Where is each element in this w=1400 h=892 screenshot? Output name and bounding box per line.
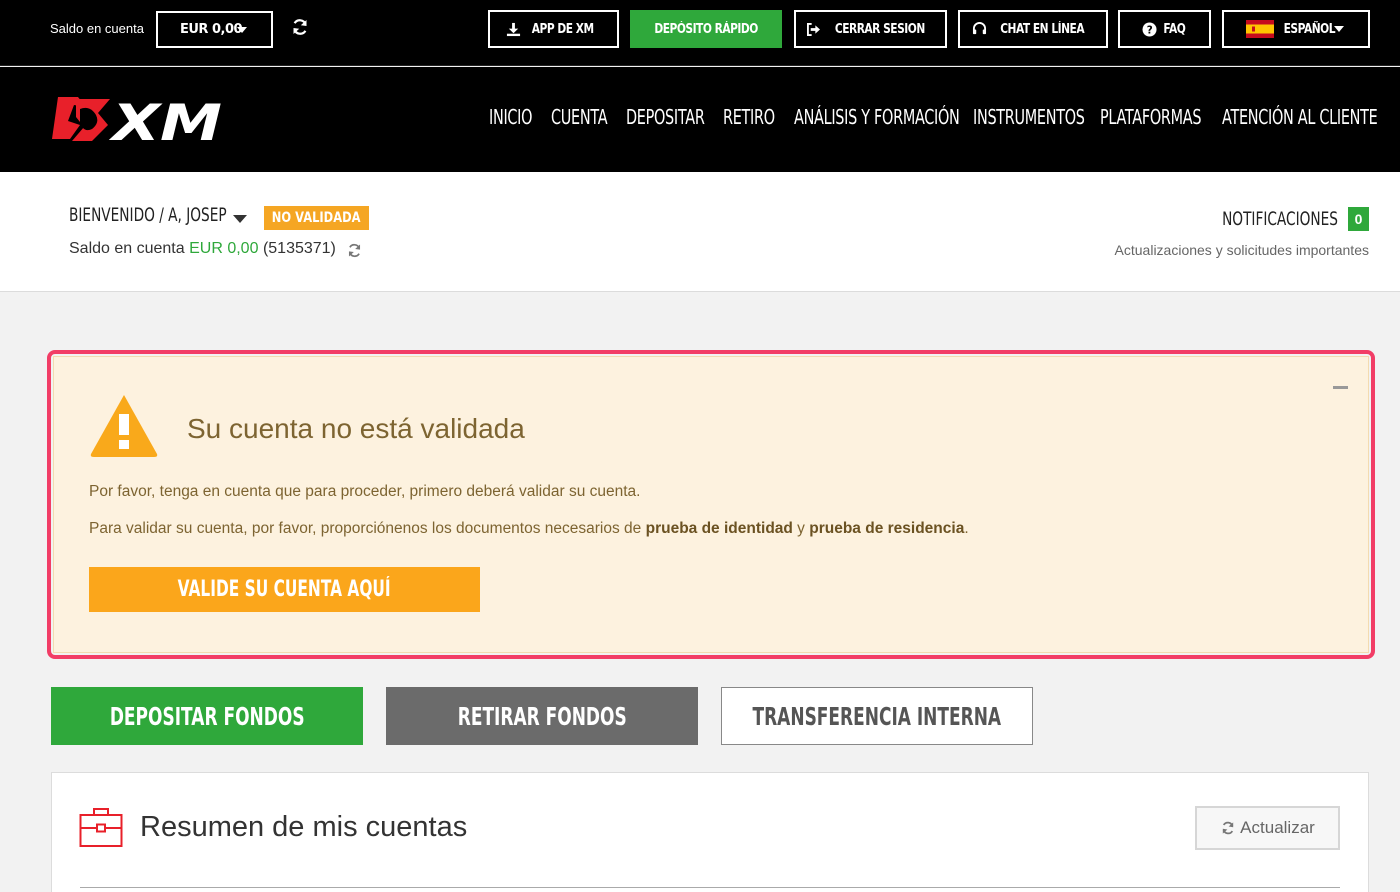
nav-item-analisis[interactable]: ANÁLISIS Y FORMACIÓN: [794, 105, 960, 129]
welcome-strip: BIENVENIDO / A, JOSEP NO VALIDADA Saldo …: [0, 172, 1400, 292]
validate-account-button[interactable]: VALIDE SU CUENTA AQUÍ: [89, 567, 480, 612]
headset-icon: [973, 22, 987, 35]
withdraw-funds-button[interactable]: RETIRAR FONDOS: [386, 687, 698, 745]
logout-label: CERRAR SESION: [835, 21, 925, 37]
briefcase-icon: [79, 808, 123, 847]
notifications-subtitle: Actualizaciones y solicitudes importante…: [1114, 242, 1369, 258]
deposit-funds-button[interactable]: DEPOSITAR FONDOS: [51, 687, 363, 745]
quick-deposit-button[interactable]: DEPÓSITO RÁPIDO: [630, 10, 782, 48]
warning-icon: [90, 395, 158, 457]
svg-text:?: ?: [1146, 24, 1152, 36]
language-select[interactable]: ESPAÑOL: [1222, 10, 1370, 48]
refresh-accounts-label: Actualizar: [1240, 818, 1315, 837]
spain-flag-icon: [1246, 20, 1274, 38]
account-balance: Saldo en cuenta EUR 0,00 (5135371): [69, 240, 336, 258]
identity-proof-link[interactable]: prueba de identidad: [646, 520, 793, 537]
topbar-balance-label: Saldo en cuenta: [50, 21, 144, 36]
language-label: ESPAÑOL: [1283, 21, 1336, 37]
live-chat-button[interactable]: CHAT EN LÍNEA: [958, 10, 1108, 48]
nav-item-retiro[interactable]: RETIRO: [723, 105, 775, 129]
question-icon: ?: [1142, 21, 1157, 37]
nav-item-instrumentos[interactable]: INSTRUMENTOS: [973, 105, 1085, 129]
internal-transfer-button[interactable]: TRANSFERENCIA INTERNA: [721, 687, 1033, 745]
chevron-down-icon[interactable]: [233, 215, 247, 223]
alert-title: Su cuenta no está validada: [187, 413, 525, 444]
nav-item-cuenta[interactable]: CUENTA: [551, 105, 608, 129]
live-chat-label: CHAT EN LÍNEA: [1000, 21, 1085, 37]
svg-text:XM: XM: [108, 95, 222, 145]
notifications-count-badge[interactable]: 0: [1348, 207, 1369, 231]
alert-text-2: Para validar su cuenta, por favor, propo…: [89, 520, 969, 537]
download-icon: [507, 22, 521, 36]
nav-item-inicio[interactable]: INICIO: [489, 105, 532, 129]
status-badge: NO VALIDADA: [264, 206, 369, 230]
residence-proof-link[interactable]: prueba de residencia: [809, 520, 964, 537]
divider: [80, 887, 1340, 888]
logout-icon: [807, 22, 821, 36]
top-bar: Saldo en cuenta EUR 0,00 APP DE XM DEPÓS…: [0, 0, 1400, 66]
nav-item-depositar[interactable]: DEPOSITAR: [626, 105, 705, 129]
balance-label: Saldo en cuenta: [69, 240, 185, 257]
chevron-down-icon: [237, 27, 247, 33]
logout-button[interactable]: CERRAR SESION: [794, 10, 947, 48]
user-greeting[interactable]: BIENVENIDO / A, JOSEP: [69, 204, 227, 226]
refresh-icon: [1222, 821, 1234, 835]
refresh-icon[interactable]: [290, 17, 310, 37]
app-download-button[interactable]: APP DE XM: [488, 10, 619, 48]
account-number: (5135371): [262, 240, 336, 257]
nav-item-atencion[interactable]: ATENCIÓN AL CLIENTE: [1222, 105, 1378, 129]
faq-label: FAQ: [1163, 21, 1185, 37]
summary-title: Resumen de mis cuentas: [140, 811, 468, 843]
currency-balance-select[interactable]: EUR 0,00: [156, 11, 273, 48]
main-nav: XM INICIO CUENTA DEPOSITAR RETIRO ANÁLIS…: [0, 67, 1400, 172]
chevron-down-icon: [1334, 26, 1344, 32]
nav-item-plataformas[interactable]: PLATAFORMAS: [1100, 105, 1201, 129]
app-download-label: APP DE XM: [532, 21, 594, 37]
notifications-label[interactable]: NOTIFICACIONES: [1222, 208, 1338, 230]
refresh-accounts-button[interactable]: Actualizar: [1195, 806, 1340, 850]
xm-logo[interactable]: XM: [50, 95, 225, 145]
balance-amount: EUR 0,00: [189, 240, 259, 257]
quick-deposit-label: DEPÓSITO RÁPIDO: [654, 21, 758, 37]
minimize-icon[interactable]: [1333, 386, 1348, 389]
alert-text-1: Por favor, tenga en cuenta que para proc…: [89, 483, 641, 500]
faq-button[interactable]: ? FAQ: [1118, 10, 1211, 48]
refresh-icon[interactable]: [346, 242, 363, 259]
currency-balance-value: EUR 0,00: [180, 22, 243, 37]
